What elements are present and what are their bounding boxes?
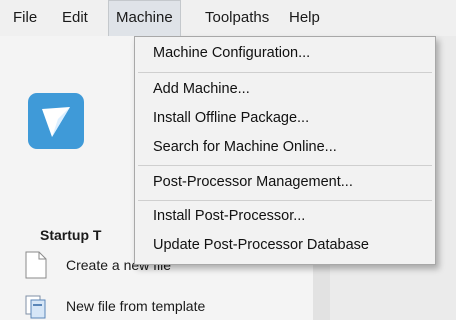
menu-separator [138, 165, 432, 166]
menu-edit[interactable]: Edit [55, 0, 95, 36]
menu-item-update-post-processor-database[interactable]: Update Post-Processor Database [153, 237, 369, 253]
menu-item-post-processor-management[interactable]: Post-Processor Management... [153, 174, 353, 190]
app-logo [28, 93, 84, 149]
new-file-icon [25, 251, 47, 279]
menu-separator [138, 200, 432, 201]
new-file-from-template-link[interactable]: New file from template [24, 292, 244, 320]
machine-menu-dropdown: Machine Configuration... Add Machine... … [134, 36, 436, 265]
menu-item-install-offline-package[interactable]: Install Offline Package... [153, 110, 309, 126]
menu-help[interactable]: Help [282, 0, 327, 36]
app-logo-icon [42, 107, 70, 137]
menu-machine[interactable]: Machine [108, 0, 181, 36]
menu-separator [138, 72, 432, 73]
menu-file[interactable]: File [6, 0, 44, 36]
startup-tasks-heading: Startup T [40, 227, 102, 243]
menu-item-install-post-processor[interactable]: Install Post-Processor... [153, 208, 305, 224]
menu-item-add-machine[interactable]: Add Machine... [153, 81, 250, 97]
new-file-from-template-label: New file from template [66, 298, 206, 314]
menu-item-machine-configuration[interactable]: Machine Configuration... [153, 45, 310, 61]
menu-toolpaths[interactable]: Toolpaths [198, 0, 276, 36]
menu-item-search-machine-online[interactable]: Search for Machine Online... [153, 139, 337, 155]
template-icon [25, 295, 46, 319]
menu-bar: File Edit Machine Toolpaths Help [0, 0, 456, 36]
